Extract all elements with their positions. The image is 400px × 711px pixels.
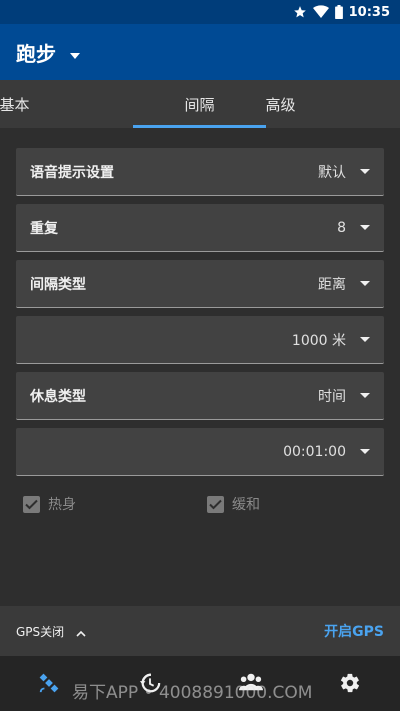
checkbox-checked-icon — [207, 495, 224, 513]
rest-type-label: 休息类型 — [30, 388, 86, 405]
satellite-icon[interactable] — [38, 672, 60, 698]
status-bar: 10:35 — [0, 0, 400, 24]
star-icon — [293, 5, 307, 19]
rest-duration-value: 00:01:00 — [283, 443, 346, 460]
voice-prompt-select[interactable]: 语音提示设置 默认 — [16, 148, 384, 196]
dropdown-arrow-icon — [360, 449, 370, 454]
interval-type-select[interactable]: 间隔类型 距离 — [16, 260, 384, 308]
activity-title[interactable]: 跑步 — [16, 38, 56, 67]
repeat-label: 重复 — [30, 220, 58, 237]
dropdown-arrow-icon — [360, 393, 370, 398]
dropdown-arrow-icon — [360, 225, 370, 230]
rest-type-select[interactable]: 休息类型 时间 — [16, 372, 384, 420]
settings-icon[interactable] — [339, 672, 361, 698]
cooldown-label: 缓和 — [232, 497, 260, 513]
cooldown-checkbox[interactable]: 缓和 — [207, 494, 260, 514]
repeat-select[interactable]: 重复 8 — [16, 204, 384, 252]
tab-bar: 基本 间隔 高级 — [0, 80, 400, 128]
repeat-value: 8 — [337, 219, 346, 236]
tab-basic[interactable]: 基本 — [0, 80, 81, 128]
dropdown-arrow-icon — [360, 281, 370, 286]
dropdown-arrow-icon — [360, 337, 370, 342]
app-bar: 跑步 — [0, 24, 400, 80]
interval-type-value: 距离 — [318, 276, 346, 293]
battery-icon — [334, 5, 343, 19]
interval-distance-value: 1000 米 — [291, 332, 346, 349]
voice-prompt-value: 默认 — [318, 164, 346, 181]
interval-distance-select[interactable]: 1000 米 — [16, 316, 384, 364]
history-icon[interactable] — [139, 672, 161, 698]
interval-type-label: 间隔类型 — [30, 276, 86, 293]
gps-bar: GPS关闭 开启GPS — [0, 606, 400, 656]
wifi-icon — [312, 5, 329, 19]
chevron-down-icon[interactable] — [70, 44, 80, 63]
warmup-label: 热身 — [48, 497, 76, 513]
warmup-checkbox[interactable]: 热身 — [23, 494, 76, 514]
gps-status[interactable]: GPS关闭 — [16, 623, 64, 640]
voice-prompt-label: 语音提示设置 — [30, 164, 114, 181]
rest-type-value: 时间 — [318, 388, 346, 405]
group-icon[interactable] — [239, 672, 263, 696]
rest-duration-select[interactable]: 00:01:00 — [16, 428, 384, 476]
chevron-up-icon[interactable] — [76, 622, 86, 641]
tab-advanced[interactable]: 高级 — [214, 80, 347, 128]
dropdown-arrow-icon — [360, 169, 370, 174]
bottom-navigation — [0, 656, 400, 711]
checkbox-checked-icon — [23, 495, 40, 513]
status-time: 10:35 — [348, 4, 390, 20]
enable-gps-button[interactable]: 开启GPS — [324, 621, 384, 641]
